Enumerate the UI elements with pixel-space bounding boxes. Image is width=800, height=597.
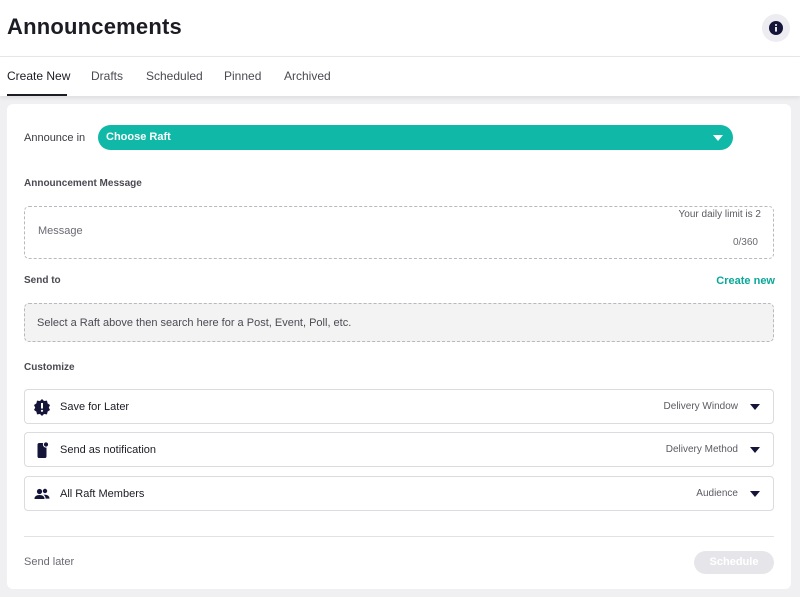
- chevron-down-icon: [750, 447, 760, 453]
- chevron-down-icon: [750, 491, 760, 497]
- page-title: Announcements: [7, 14, 182, 39]
- active-tab-indicator: [7, 94, 67, 96]
- raft-select-value: Choose Raft: [106, 131, 171, 143]
- page-header: Announcements: [0, 0, 800, 57]
- customize-label: Customize: [24, 362, 75, 373]
- message-section-label: Announcement Message: [24, 178, 142, 189]
- option-meta: Delivery Window: [663, 401, 738, 412]
- info-icon: [769, 21, 783, 35]
- people-icon: [33, 485, 51, 503]
- chevron-down-icon: [750, 404, 760, 410]
- option-label: All Raft Members: [60, 488, 145, 500]
- tab-scheduled[interactable]: Scheduled: [146, 69, 203, 83]
- message-placeholder: Message: [38, 225, 83, 237]
- option-save-for-later[interactable]: Save for Later Delivery Window: [24, 389, 774, 424]
- create-new-link[interactable]: Create new: [716, 275, 775, 287]
- option-meta: Delivery Method: [665, 444, 738, 455]
- footer-divider: [24, 536, 774, 537]
- schedule-button[interactable]: Schedule: [694, 551, 774, 574]
- tab-bar: Create New Drafts Scheduled Pinned Archi…: [0, 57, 800, 96]
- phone-notification-icon: [33, 441, 51, 459]
- daily-limit-text: Your daily limit is 2: [678, 209, 761, 220]
- send-to-label: Send to: [24, 275, 61, 286]
- tab-create-new[interactable]: Create New: [7, 69, 70, 83]
- option-label: Save for Later: [60, 401, 130, 413]
- raft-select[interactable]: Choose Raft: [98, 125, 733, 150]
- tab-archived[interactable]: Archived: [284, 69, 331, 83]
- option-send-as-notification[interactable]: Send as notification Delivery Method: [24, 432, 774, 467]
- content-search-input[interactable]: Select a Raft above then search here for…: [24, 303, 774, 342]
- char-counter: 0/360: [732, 237, 758, 248]
- chevron-down-icon: [713, 135, 723, 141]
- announcement-form: Announce in Choose Raft Announcement Mes…: [7, 104, 791, 589]
- message-input[interactable]: Your daily limit is 2 Message 0/360: [24, 206, 774, 259]
- tab-drafts[interactable]: Drafts: [91, 69, 123, 83]
- announce-in-label: Announce in: [24, 132, 86, 144]
- tab-pinned[interactable]: Pinned: [224, 69, 261, 83]
- option-meta: Audience: [696, 488, 738, 499]
- clock-badge-icon: [33, 398, 51, 416]
- send-later-label: Send later: [24, 556, 75, 568]
- option-label: Send as notification: [60, 444, 157, 456]
- option-all-raft-members[interactable]: All Raft Members Audience: [24, 476, 774, 511]
- info-button[interactable]: [762, 14, 790, 42]
